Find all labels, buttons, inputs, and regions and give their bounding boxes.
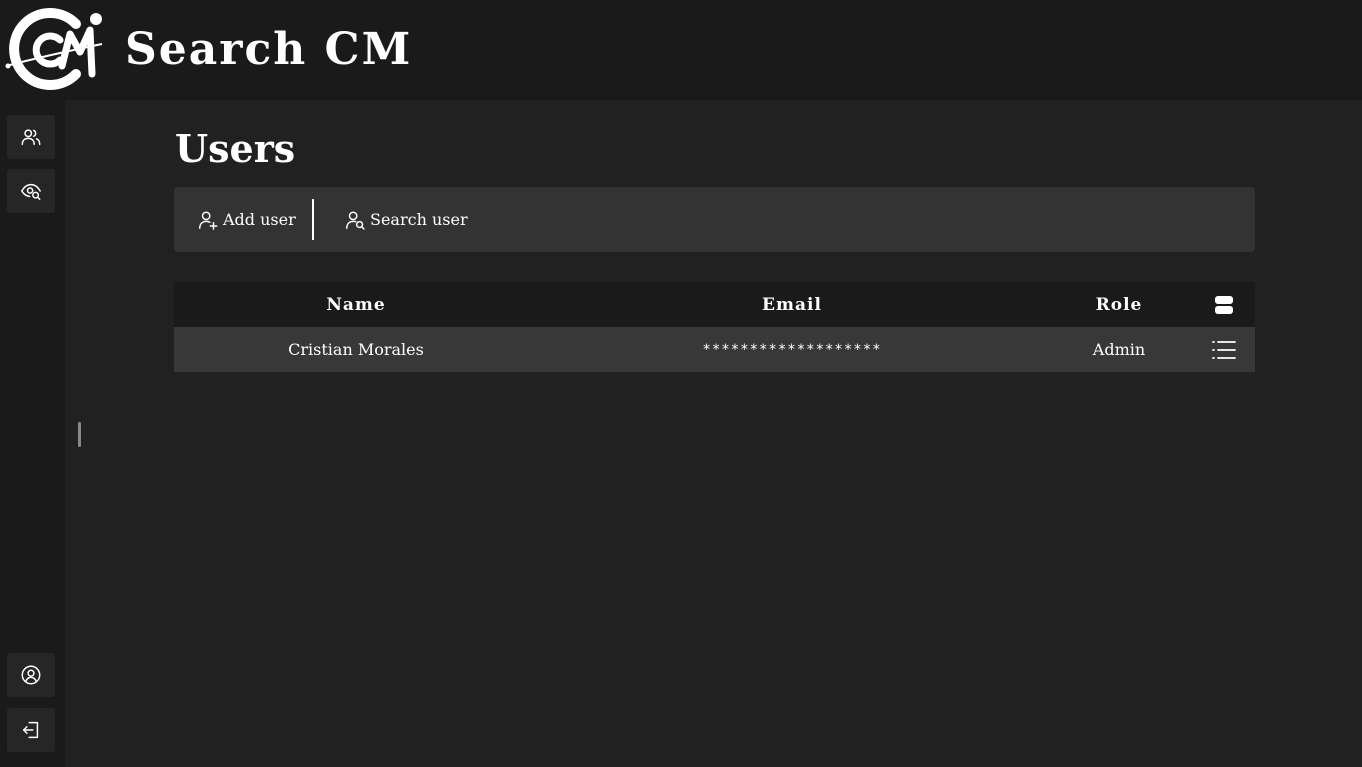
add-user-button[interactable]: Add user	[197, 187, 296, 252]
column-header-name[interactable]: Name	[174, 282, 538, 327]
sidebar-item-search[interactable]	[7, 169, 55, 213]
cell-role: Admin	[1092, 340, 1146, 359]
list-icon[interactable]	[1192, 327, 1255, 372]
sidebar-item-users[interactable]	[7, 115, 55, 159]
cell-name: Cristian Morales	[288, 340, 424, 359]
users-table: Name Email Role Cristian Morales *******…	[174, 282, 1255, 372]
column-header-role[interactable]: Role	[1046, 282, 1192, 327]
logout-icon	[22, 721, 39, 739]
column-header-email[interactable]: Email	[538, 282, 1046, 327]
user-plus-icon	[199, 210, 218, 230]
sidebar-item-logout[interactable]	[7, 708, 55, 752]
sidebar	[0, 100, 65, 767]
cm-logo-icon[interactable]	[4, 4, 108, 94]
sidebar-item-profile[interactable]	[7, 653, 55, 697]
add-user-label: Add user	[223, 210, 296, 229]
sidebar-resize-handle[interactable]	[78, 422, 81, 447]
users-icon	[21, 129, 41, 146]
user-search-icon	[346, 210, 365, 230]
page-title: Users	[175, 126, 296, 171]
table-row[interactable]: Cristian Morales ******************* Adm…	[174, 327, 1255, 372]
cell-email: *******************	[702, 341, 882, 358]
search-user-label: Search user	[370, 210, 468, 229]
app-title: Search CM	[125, 24, 413, 75]
toolbar-divider	[312, 199, 314, 240]
user-circle-icon	[21, 665, 41, 685]
user-toolbar: Add user Search user	[174, 187, 1255, 252]
top-bar: Search CM	[0, 0, 1362, 100]
search-user-button[interactable]: Search user	[344, 187, 468, 252]
server-icon[interactable]	[1192, 282, 1255, 327]
eye-search-icon	[21, 183, 41, 200]
table-header: Name Email Role	[174, 282, 1255, 327]
